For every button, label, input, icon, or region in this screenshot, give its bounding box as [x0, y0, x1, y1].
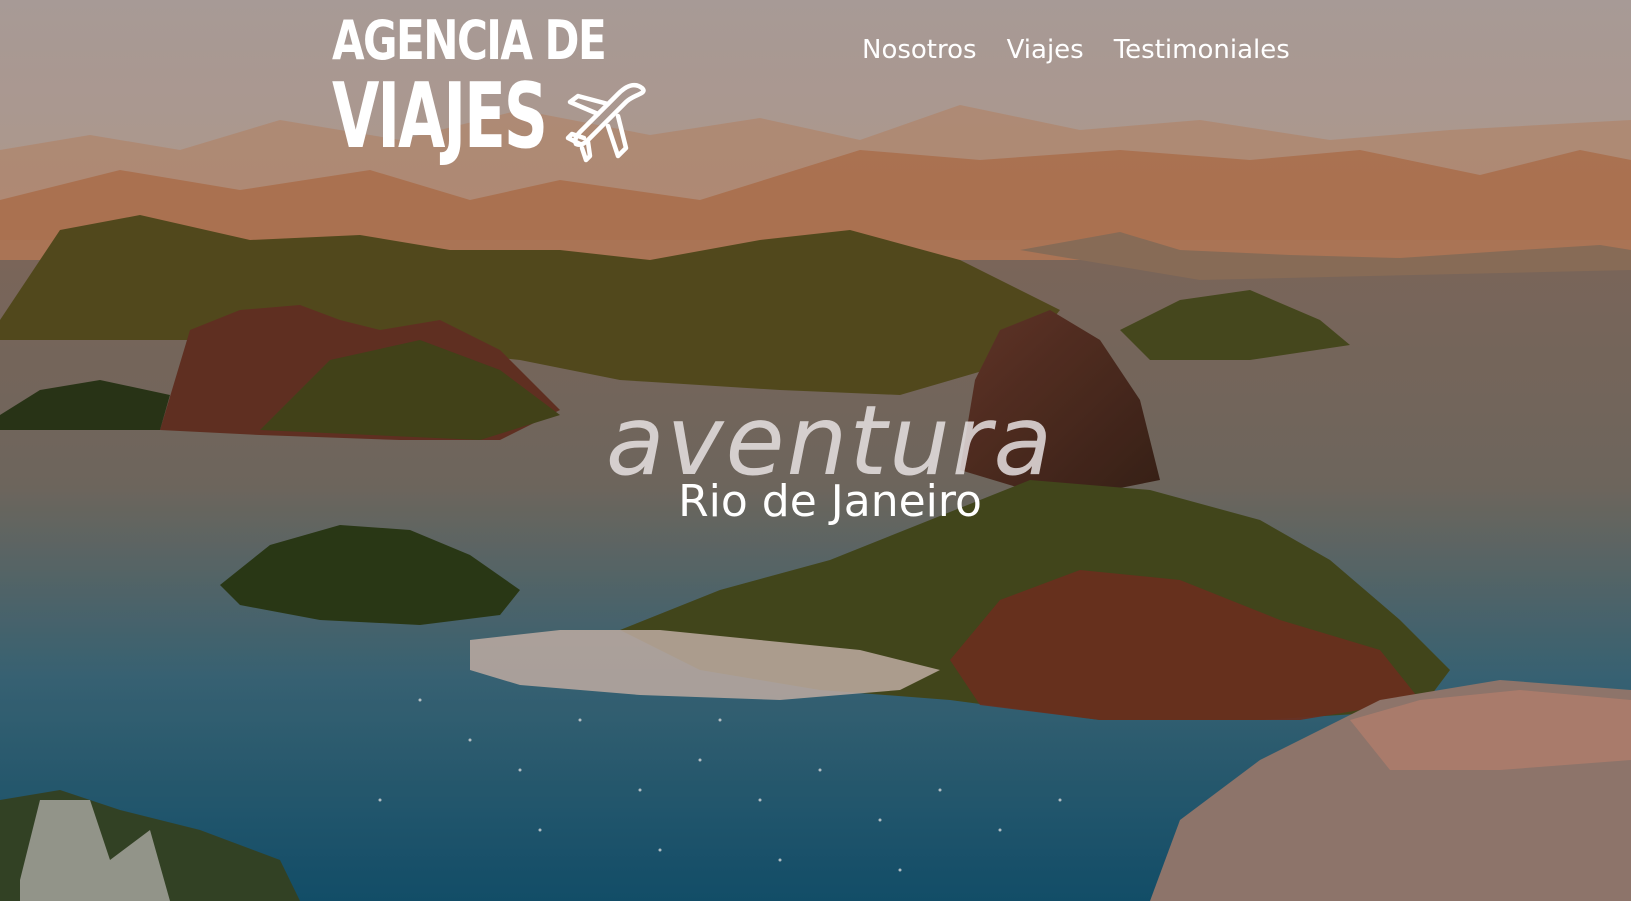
brand-logo[interactable]: AGENCIA DE VIAJES	[332, 14, 662, 164]
hero-title: aventura	[605, 385, 1055, 497]
nav-link-nosotros[interactable]: Nosotros	[862, 35, 977, 65]
hero-headline: aventura Rio de Janeiro	[0, 385, 1631, 527]
hero-subtitle: Rio de Janeiro	[678, 476, 982, 527]
nav-link-viajes[interactable]: Viajes	[1007, 35, 1084, 65]
brand-line-1: AGENCIA DE	[332, 9, 607, 72]
brand-line-2: VIAJES	[332, 64, 548, 169]
nav-link-testimoniales[interactable]: Testimoniales	[1114, 35, 1290, 65]
main-navigation: Nosotros Viajes Testimoniales	[862, 28, 1290, 72]
airplane-icon	[565, 82, 646, 163]
site-header: AGENCIA DE VIAJES Nosotros Viajes Testim…	[0, 0, 1631, 170]
hero-section: AGENCIA DE VIAJES Nosotros Viajes Testim…	[0, 0, 1631, 901]
